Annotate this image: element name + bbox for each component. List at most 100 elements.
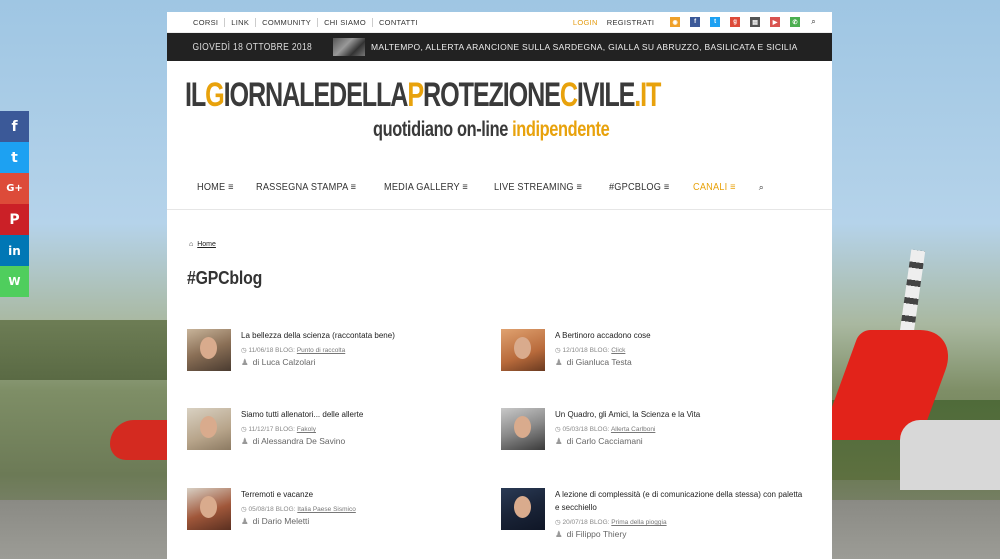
post-date: 11/06/18 bbox=[248, 347, 274, 354]
facebook-icon[interactable]: f bbox=[690, 17, 701, 27]
logo-part: .IT bbox=[634, 76, 661, 114]
post-title[interactable]: A Bertinoro accadono cose bbox=[555, 329, 805, 342]
twitter-share-button[interactable]: t bbox=[0, 142, 29, 173]
pinterest-icon: P bbox=[9, 211, 20, 228]
post-title[interactable]: A lezione di complessità (e di comunicaz… bbox=[555, 488, 805, 514]
post-blog-link[interactable]: Allerta Carlboni bbox=[611, 426, 655, 433]
post-blog-link[interactable]: Italia Paese Sismico bbox=[297, 506, 356, 513]
logo-part: IVILE bbox=[576, 76, 635, 114]
author-name[interactable]: di Gianluca Testa bbox=[567, 357, 632, 367]
author-name[interactable]: di Luca Calzolari bbox=[253, 357, 316, 367]
search-icon[interactable]: ⌕ bbox=[759, 182, 764, 193]
post-date: 11/12/17 bbox=[248, 426, 274, 433]
post-date: 05/08/18 bbox=[248, 506, 274, 513]
post-blog-link[interactable]: Click bbox=[611, 347, 625, 354]
googleplus-icon[interactable]: g bbox=[730, 17, 741, 27]
post-title[interactable]: La bellezza della scienza (raccontata be… bbox=[241, 329, 491, 342]
post-title[interactable]: Terremoti e vacanze bbox=[241, 488, 491, 501]
logo-part: IORNALEDELLA bbox=[223, 76, 409, 114]
nav-home[interactable]: HOME ≡ bbox=[197, 182, 234, 193]
ticker-date: GIOVEDÌ 18 OTTOBRE 2018 bbox=[192, 41, 313, 53]
logo-part: P bbox=[407, 76, 424, 114]
post-blog-label: BLOG: bbox=[589, 426, 610, 433]
user-icon: ♟ bbox=[555, 436, 563, 446]
background-helicopter-left bbox=[110, 420, 170, 460]
linkedin-icon: in bbox=[8, 243, 21, 258]
user-icon: ♟ bbox=[555, 357, 563, 367]
post-title[interactable]: Un Quadro, gli Amici, la Scienza e la Vi… bbox=[555, 408, 805, 421]
post-meta: ◷ 05/08/18 BLOG: Italia Paese Sismico bbox=[241, 505, 356, 513]
googleplus-icon: G+ bbox=[6, 183, 23, 194]
top-nav-contatti[interactable]: CONTATTI bbox=[373, 18, 424, 27]
clock-icon: ◷ bbox=[555, 519, 561, 526]
user-icon: ♟ bbox=[241, 436, 249, 446]
author-name[interactable]: di Dario Meletti bbox=[253, 516, 310, 526]
page-container: CORSI LINK COMMUNITY CHI SIAMO CONTATTI … bbox=[167, 12, 832, 559]
background-trees-left bbox=[0, 320, 167, 380]
author-avatar[interactable] bbox=[501, 408, 545, 450]
whatsapp-icon[interactable]: ✆ bbox=[790, 17, 801, 27]
nav-gpcblog[interactable]: #GPCBLOG ≡ bbox=[609, 182, 669, 193]
facebook-icon: f bbox=[11, 118, 18, 135]
nav-rassegna-stampa[interactable]: RASSEGNA STAMPA ≡ bbox=[256, 182, 356, 193]
whatsapp-share-button[interactable]: W bbox=[0, 266, 29, 297]
nav-media-gallery[interactable]: MEDIA GALLERY ≡ bbox=[384, 182, 468, 193]
author-avatar[interactable] bbox=[501, 488, 545, 530]
logo-part: C bbox=[559, 76, 578, 114]
top-nav-community[interactable]: COMMUNITY bbox=[256, 17, 319, 27]
rss-icon[interactable]: ◉ bbox=[670, 17, 681, 27]
linkedin-share-button[interactable]: in bbox=[0, 235, 29, 266]
top-nav-link[interactable]: LINK bbox=[225, 17, 257, 27]
search-icon[interactable]: ⌕ bbox=[811, 17, 816, 27]
logo-part: ROTEZIONE bbox=[423, 76, 561, 114]
register-link[interactable]: REGISTRATI bbox=[607, 18, 654, 27]
breadcrumb-home[interactable]: Home bbox=[197, 241, 216, 248]
top-bar: CORSI LINK COMMUNITY CHI SIAMO CONTATTI … bbox=[167, 12, 832, 33]
post-meta: ◷ 12/10/18 BLOG: Click bbox=[555, 346, 625, 354]
background-helicopter-body bbox=[900, 420, 1000, 490]
clock-icon: ◷ bbox=[241, 347, 247, 354]
facebook-share-button[interactable]: f bbox=[0, 111, 29, 142]
site-logo[interactable]: ILGIORNALEDELLAPROTEZIONECIVILE.IT quoti… bbox=[167, 61, 832, 161]
top-nav-corsi[interactable]: CORSI bbox=[193, 17, 226, 27]
post-blog-label: BLOG: bbox=[275, 426, 295, 433]
author-name[interactable]: di Alessandra De Savino bbox=[253, 436, 346, 446]
post-date: 20/07/18 bbox=[562, 519, 588, 526]
author-avatar[interactable] bbox=[187, 488, 231, 530]
post-author: ♟ di Filippo Thiery bbox=[555, 529, 626, 540]
twitter-icon[interactable]: t bbox=[710, 17, 721, 27]
share-bar: f t G+ P in W bbox=[0, 111, 29, 297]
author-avatar[interactable] bbox=[187, 329, 231, 371]
post-blog-label: BLOG: bbox=[589, 519, 610, 526]
author-avatar[interactable] bbox=[501, 329, 545, 371]
googleplus-share-button[interactable]: G+ bbox=[0, 173, 29, 204]
logo-part: quotidiano on-line bbox=[373, 118, 513, 141]
news-ticker: GIOVEDÌ 18 OTTOBRE 2018 MALTEMPO, ALLERT… bbox=[167, 33, 832, 61]
post-meta: ◷ 05/03/18 BLOG: Allerta Carlboni bbox=[555, 425, 655, 433]
background-rotor bbox=[898, 249, 926, 341]
post-author: ♟ di Dario Meletti bbox=[241, 516, 309, 527]
youtube-icon[interactable]: ▶ bbox=[770, 17, 781, 27]
main-nav: HOME ≡ RASSEGNA STAMPA ≡ MEDIA GALLERY ≡… bbox=[167, 166, 832, 210]
post-item: A Bertinoro accadono cose ◷ 12/10/18 BLO… bbox=[501, 329, 801, 389]
breadcrumb: ⌂ Home bbox=[189, 241, 216, 248]
author-name[interactable]: di Filippo Thiery bbox=[567, 529, 627, 539]
ticker-thumbnail[interactable] bbox=[333, 38, 365, 56]
post-date: 05/03/18 bbox=[562, 426, 588, 433]
print-icon[interactable]: ▤ bbox=[750, 17, 761, 27]
post-blog-label: BLOG: bbox=[589, 347, 610, 354]
nav-canali[interactable]: CANALI ≡ bbox=[693, 182, 736, 193]
author-avatar[interactable] bbox=[187, 408, 231, 450]
post-title[interactable]: Siamo tutti allenatori... delle allerte bbox=[241, 408, 491, 421]
twitter-icon: t bbox=[11, 149, 18, 166]
author-name[interactable]: di Carlo Cacciamani bbox=[567, 436, 643, 446]
post-blog-link[interactable]: Punto di raccolta bbox=[297, 347, 345, 354]
pinterest-share-button[interactable]: P bbox=[0, 204, 29, 235]
nav-live-streaming[interactable]: LIVE STREAMING ≡ bbox=[494, 182, 582, 193]
ticker-headline[interactable]: MALTEMPO, ALLERTA ARANCIONE SULLA SARDEG… bbox=[371, 42, 798, 52]
clock-icon: ◷ bbox=[241, 426, 247, 433]
login-link[interactable]: LOGIN bbox=[573, 18, 598, 27]
post-blog-link[interactable]: Fakoly bbox=[297, 426, 316, 433]
top-nav-chi-siamo[interactable]: CHI SIAMO bbox=[318, 17, 373, 27]
post-blog-link[interactable]: Prima della pioggia bbox=[611, 519, 666, 526]
